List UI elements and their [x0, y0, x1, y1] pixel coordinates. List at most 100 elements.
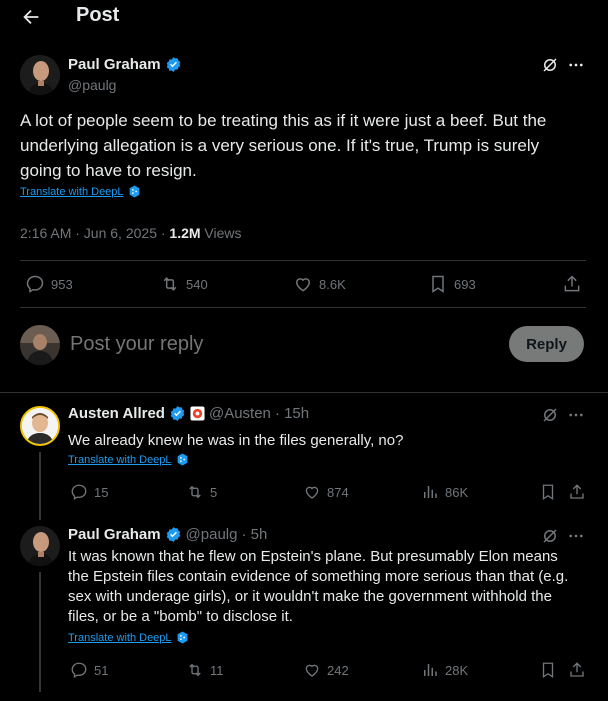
reply-text: We already knew he was in the files gene… [68, 432, 404, 449]
share-icon [564, 275, 580, 292]
divider [20, 260, 586, 261]
reply-action[interactable]: 15 [70, 483, 108, 501]
reply-count: 953 [51, 276, 73, 292]
repost-action[interactable]: 540 [160, 274, 208, 294]
reply-input[interactable] [70, 330, 490, 358]
author-name[interactable]: Paul Graham [68, 56, 182, 73]
repost-count: 5 [210, 484, 218, 500]
share-icon [570, 484, 584, 499]
reply-button[interactable]: Reply [509, 326, 584, 362]
more-icon [569, 63, 583, 67]
like-action[interactable]: 8.6K [293, 274, 346, 294]
share-button[interactable] [568, 661, 586, 679]
author-handle[interactable]: @Austen [209, 405, 271, 422]
translate-link[interactable]: Translate with DeepL [20, 185, 141, 198]
bookmark-icon [432, 275, 444, 293]
avatar[interactable] [20, 406, 60, 446]
share-icon [570, 662, 584, 677]
bookmark-icon [542, 662, 554, 679]
reply-time[interactable]: · 5h [241, 526, 267, 543]
views-label: Views [200, 225, 242, 241]
reply-action[interactable]: 953 [25, 274, 73, 294]
reply-icon [71, 662, 87, 678]
like-count: 242 [327, 662, 349, 678]
bookmark-icon [542, 484, 554, 501]
more-options-button[interactable] [567, 527, 585, 545]
author-handle[interactable]: @paulg [186, 526, 238, 543]
grok-icon [543, 58, 557, 72]
page-title: Post [76, 4, 120, 26]
translate-link-label: Translate with DeepL [68, 631, 172, 644]
more-options-button[interactable] [567, 406, 585, 424]
reply-icon [71, 484, 87, 500]
grok-button[interactable] [541, 527, 559, 545]
more-icon [569, 534, 583, 538]
like-action[interactable]: 874 [303, 483, 349, 501]
repost-action[interactable]: 5 [186, 483, 217, 501]
reply-icon [26, 275, 44, 293]
views-action[interactable]: 28K [421, 661, 468, 679]
grok-icon [543, 408, 557, 422]
back-button[interactable] [20, 6, 42, 28]
translate-link[interactable]: Translate with DeepL [68, 453, 189, 466]
post-timestamp[interactable]: 2:16 AM · Jun 6, 2025 · [20, 225, 169, 241]
analytics-icon [424, 664, 437, 676]
author-handle[interactable]: @paulg [68, 77, 116, 93]
translate-link-label: Translate with DeepL [68, 453, 172, 466]
bookmark-button[interactable] [539, 661, 557, 679]
share-button[interactable] [562, 274, 582, 294]
views-count: 28K [445, 662, 469, 678]
reply-button-label: Reply [526, 335, 567, 353]
verified-badge-icon [166, 527, 180, 542]
repost-count: 540 [186, 276, 208, 292]
deepl-icon [177, 631, 187, 644]
views-count: 1.2M [169, 225, 201, 241]
reply-header: Paul Graham @paulg · 5h [68, 526, 267, 543]
author-name[interactable]: Paul Graham [68, 526, 161, 543]
avatar[interactable] [20, 526, 60, 566]
bookmark-action[interactable]: 693 [428, 274, 476, 294]
heart-icon [305, 486, 319, 499]
translate-link[interactable]: Translate with DeepL [68, 631, 189, 644]
repost-icon [163, 277, 177, 291]
reply-count: 15 [94, 484, 109, 500]
repost-icon [189, 485, 201, 499]
grok-icon [543, 529, 557, 543]
affiliate-badge-icon [190, 406, 205, 421]
avatar[interactable] [20, 55, 60, 95]
like-count: 8.6K [319, 276, 346, 292]
grok-button[interactable] [541, 406, 559, 424]
like-action[interactable]: 242 [303, 661, 349, 679]
repost-icon [189, 663, 201, 677]
repost-action[interactable]: 11 [186, 661, 224, 679]
views-action[interactable]: 86K [421, 483, 468, 501]
thread-connector [39, 572, 41, 692]
bookmark-button[interactable] [539, 483, 557, 501]
thread-connector [39, 452, 41, 520]
own-avatar[interactable] [20, 325, 60, 365]
more-icon [569, 413, 583, 417]
reply-header: Austen Allred @Austen · 15h [68, 405, 309, 422]
views-count: 86K [445, 484, 469, 500]
heart-icon [295, 278, 311, 292]
deepl-icon [129, 185, 139, 198]
verified-badge-icon [170, 406, 185, 421]
divider [20, 307, 586, 308]
arrow-left-icon [23, 9, 39, 25]
analytics-icon [424, 486, 437, 498]
divider [0, 392, 608, 393]
author-name[interactable]: Austen Allred [68, 405, 165, 422]
reply-action[interactable]: 51 [70, 661, 108, 679]
heart-icon [305, 664, 319, 677]
more-options-button[interactable] [567, 56, 585, 74]
bookmark-count: 693 [454, 276, 476, 292]
like-count: 874 [327, 484, 349, 500]
grok-button[interactable] [541, 56, 559, 74]
post-meta: 2:16 AM · Jun 6, 2025 · 1.2M Views [20, 225, 242, 241]
repost-count: 11 [210, 662, 224, 678]
reply-time[interactable]: · 15h [275, 405, 309, 422]
translate-link-label: Translate with DeepL [20, 185, 124, 198]
deepl-icon [177, 453, 187, 466]
share-button[interactable] [568, 483, 586, 501]
reply-text: It was known that he flew on Epstein's p… [68, 548, 569, 625]
